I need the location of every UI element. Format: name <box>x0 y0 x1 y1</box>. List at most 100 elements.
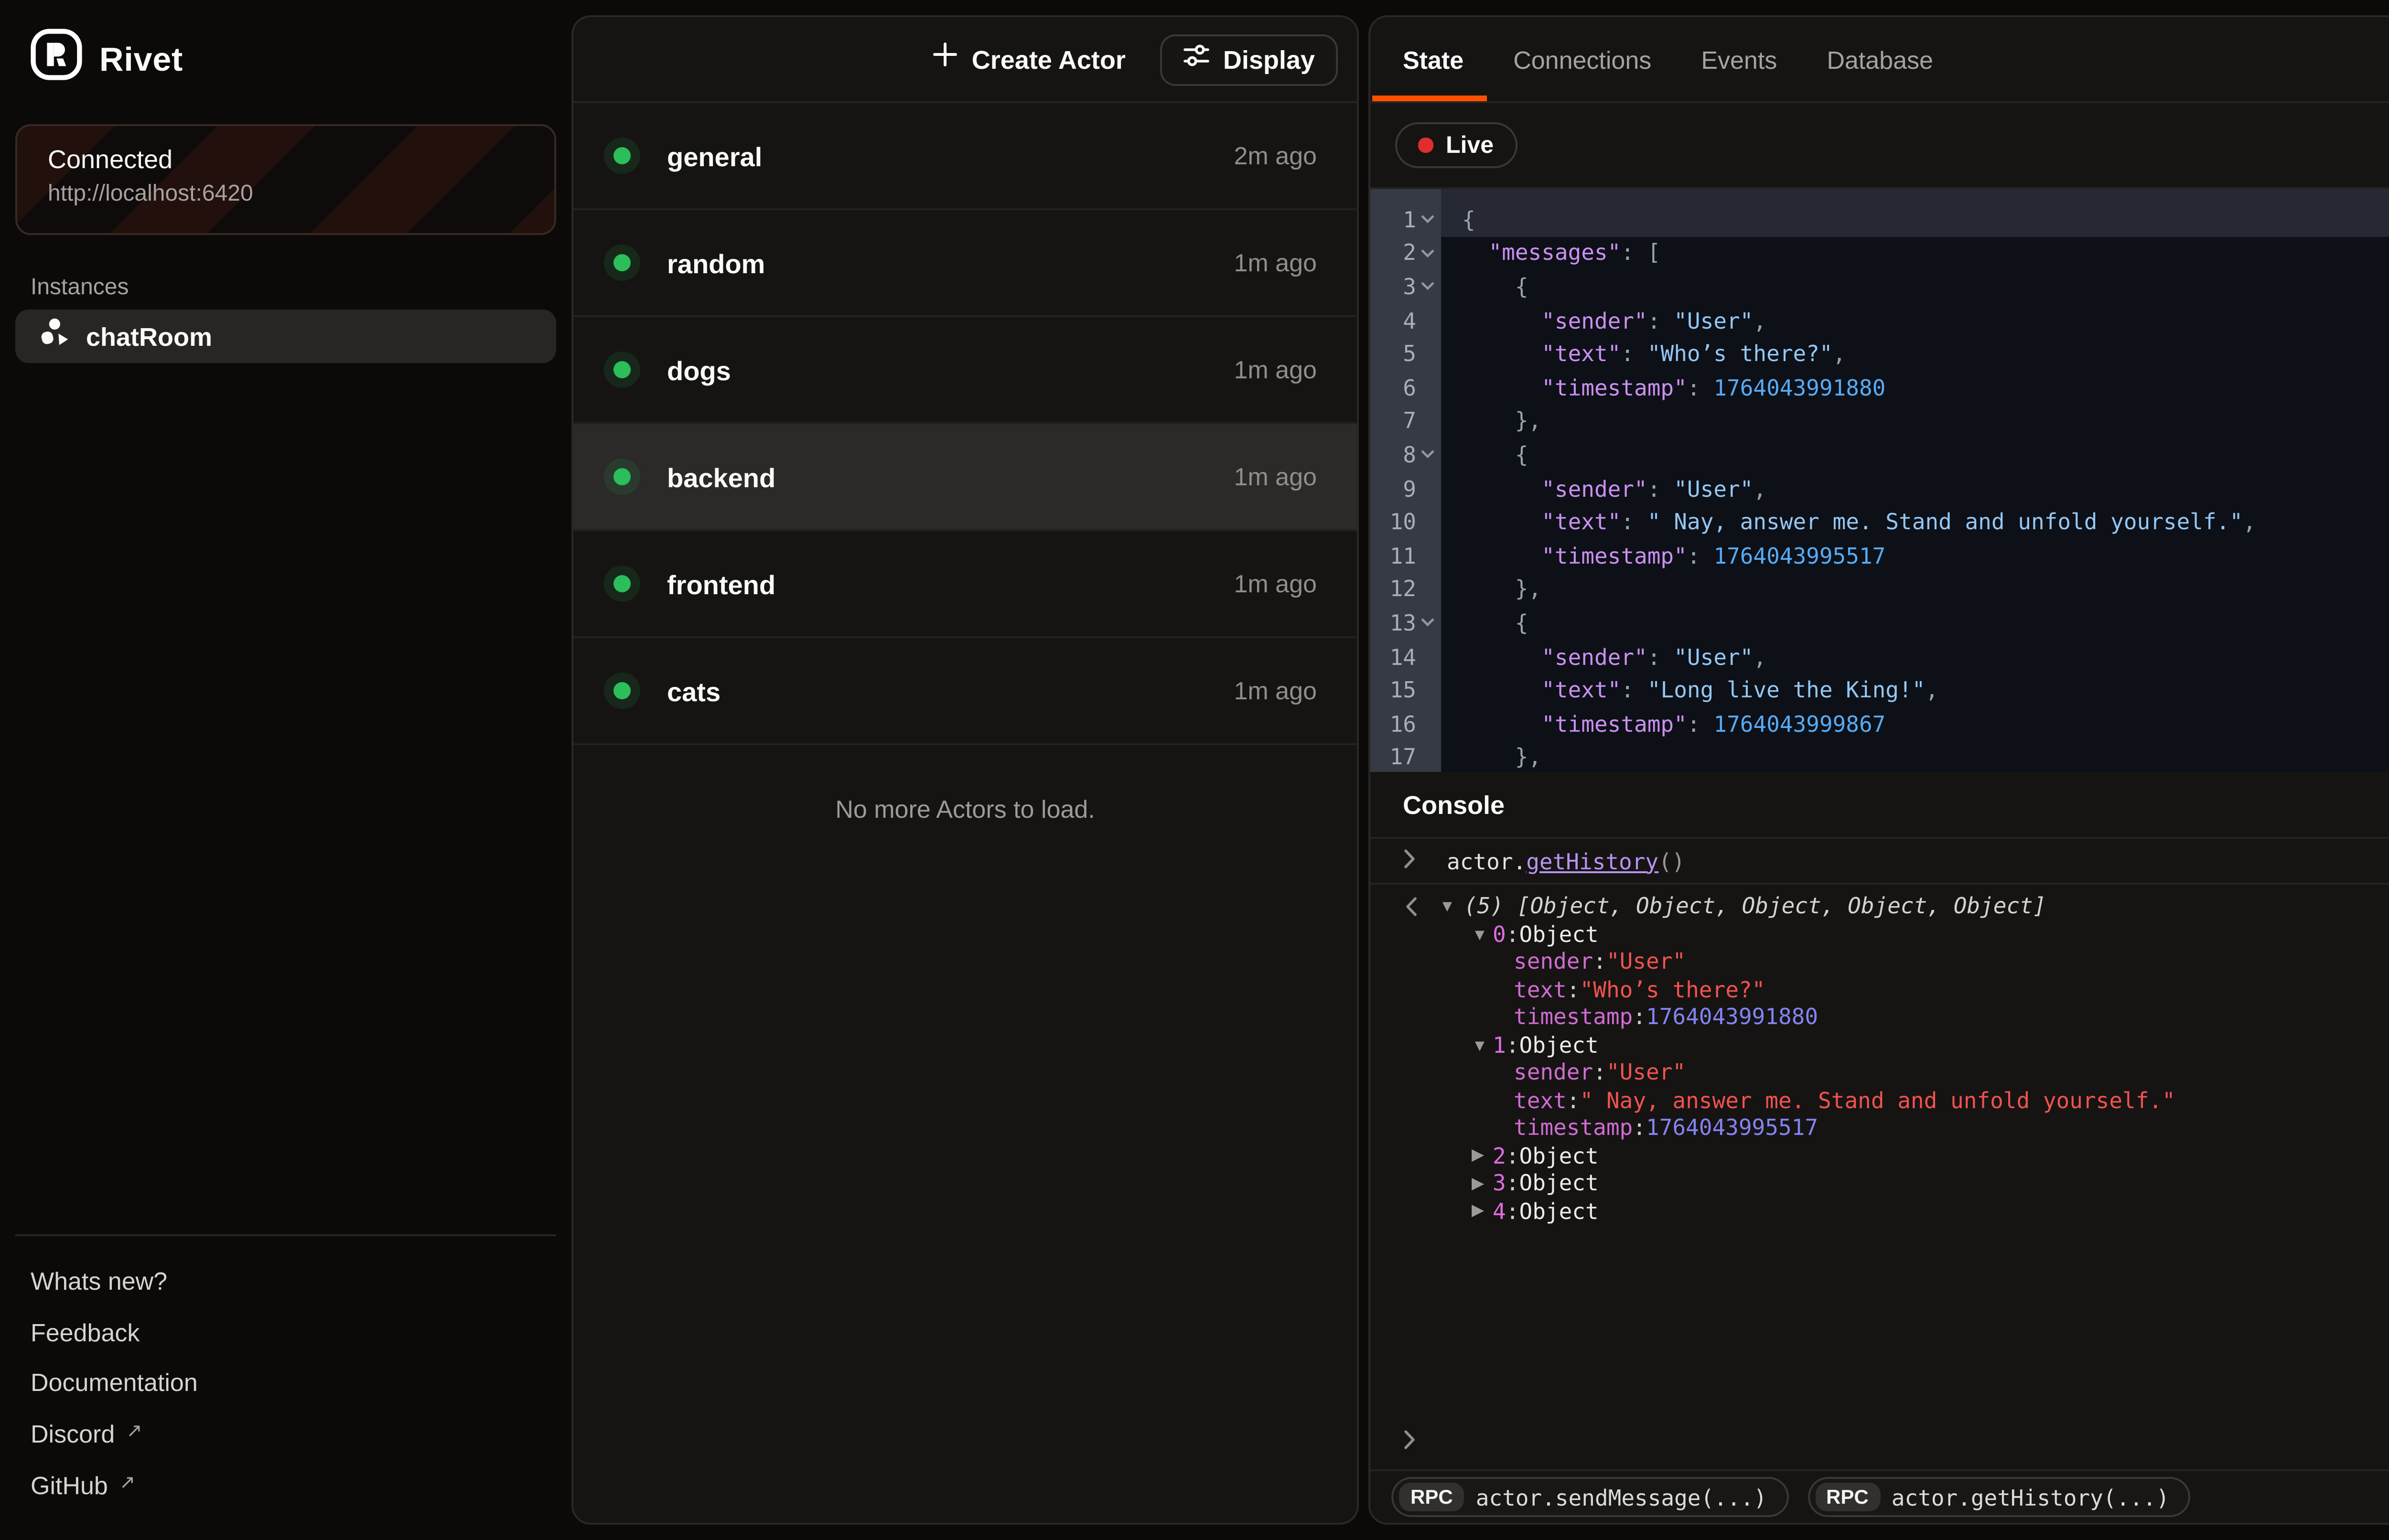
sidebar: Rivet Connected http://localhost:6420 In… <box>0 0 573 1540</box>
console-tree-row[interactable]: text: "Who’s there?" <box>1370 975 2389 1003</box>
actor-row-general[interactable]: general 2m ago <box>573 103 1357 210</box>
actor-last-active: 1m ago <box>1234 676 1317 705</box>
create-actor-button[interactable]: Create Actor <box>934 42 1126 76</box>
fold-chevron-icon[interactable] <box>1420 279 1435 294</box>
console-title: Console <box>1403 790 1505 819</box>
editor-line-9: 9 "sender": "User", <box>1370 471 2389 505</box>
connection-url: http://localhost:6420 <box>48 180 524 206</box>
actor-status-dot-icon <box>613 468 631 485</box>
console-tree-row[interactable]: timestamp: 1764043995517 <box>1370 1114 2389 1142</box>
expand-triangle-icon[interactable]: ▶ <box>1472 1200 1493 1221</box>
actor-row-random[interactable]: random 1m ago <box>573 210 1357 317</box>
actor-status-dot-icon <box>613 254 631 271</box>
actor-name: backend <box>667 461 775 492</box>
collapse-triangle-icon[interactable]: ▼ <box>1472 924 1493 943</box>
editor-line-3: 3 { <box>1370 270 2389 303</box>
rpc-method-name: actor.getHistory(...) <box>1892 1484 2170 1510</box>
connection-status-card: Connected http://localhost:6420 <box>15 124 556 235</box>
sidebar-link-github[interactable]: GitHub↗ <box>0 1459 573 1510</box>
actor-name: random <box>667 247 765 278</box>
active-tab-indicator <box>1372 95 1487 101</box>
rpc-chip-actor-sendmessage[interactable]: RPC actor.sendMessage(...) <box>1391 1477 1788 1517</box>
fold-chevron-icon[interactable] <box>1420 447 1435 462</box>
end-of-list-message: No more Actors to load. <box>573 795 1357 823</box>
live-dot-icon <box>1418 138 1432 152</box>
tab-database[interactable]: Database <box>1827 17 1933 101</box>
brand-name: Rivet <box>99 39 183 79</box>
console-tree-row[interactable]: ▶3: Object <box>1370 1169 2389 1197</box>
console-header: Console <box>1370 772 2389 839</box>
sidebar-footer: Whats new?FeedbackDocumentationDiscord↗G… <box>0 1234 573 1510</box>
actor-row-dogs[interactable]: dogs 1m ago <box>573 317 1357 424</box>
actor-name: dogs <box>667 354 731 385</box>
console-tree-row[interactable]: ▼0: Object <box>1370 920 2389 948</box>
actor-status-dot-icon <box>613 682 631 699</box>
tab-connections[interactable]: Connections <box>1513 17 1651 101</box>
rpc-chip-actor-gethistory[interactable]: RPC actor.getHistory(...) <box>1807 1477 2190 1517</box>
instances-label: Instances <box>31 273 129 300</box>
actor-group-icon <box>40 317 69 355</box>
tab-state[interactable]: State <box>1403 17 1464 101</box>
editor-line-13: 13 { <box>1370 606 2389 640</box>
instance-name: chatRoom <box>86 322 212 351</box>
rpc-badge: RPC <box>1399 1483 1464 1511</box>
expand-triangle-icon[interactable]: ▶ <box>1472 1173 1493 1194</box>
fold-chevron-icon[interactable] <box>1420 246 1435 261</box>
editor-line-12: 12 }, <box>1370 572 2389 606</box>
state-json-editor[interactable]: 1{2 "messages": [3 {4 "sender": "User",5… <box>1370 189 2389 772</box>
editor-line-5: 5 "text": "Who’s there?", <box>1370 337 2389 371</box>
console-executed-input[interactable]: actor.getHistory() <box>1370 839 2389 885</box>
actor-last-active: 1m ago <box>1234 248 1317 277</box>
console-result-summary[interactable]: ▼ (5) [Object, Object, Object, Object, O… <box>1370 892 2389 920</box>
editor-line-14: 14 "sender": "User", <box>1370 640 2389 673</box>
brand: Rivet <box>31 29 183 90</box>
fold-chevron-icon[interactable] <box>1420 212 1435 227</box>
actor-row-backend[interactable]: backend 1m ago <box>573 424 1357 531</box>
editor-line-15: 15 "text": "Long live the King!", <box>1370 673 2389 706</box>
connection-status: Connected <box>48 145 524 174</box>
sidebar-link-documentation[interactable]: Documentation <box>0 1358 573 1409</box>
rpc-method-name: actor.sendMessage(...) <box>1476 1484 1767 1510</box>
sidebar-link-feedback[interactable]: Feedback <box>0 1306 573 1358</box>
expand-triangle-icon[interactable]: ▶ <box>1472 1145 1493 1166</box>
actor-row-cats[interactable]: cats 1m ago <box>573 638 1357 745</box>
console-tree-row[interactable]: timestamp: 1764043991880 <box>1370 1003 2389 1031</box>
actor-last-active: 2m ago <box>1234 141 1317 170</box>
console-tree-row[interactable]: sender: "User" <box>1370 948 2389 975</box>
editor-line-17: 17 }, <box>1370 740 2389 772</box>
sidebar-link-whats-new-[interactable]: Whats new? <box>0 1255 573 1306</box>
divider <box>15 1234 556 1236</box>
editor-line-10: 10 "text": " Nay, answer me. Stand and u… <box>1370 505 2389 538</box>
rivet-logo-icon <box>31 29 82 90</box>
editor-line-2: 2 "messages": [ <box>1370 236 2389 269</box>
console-tree-row[interactable]: text: " Nay, answer me. Stand and unfold… <box>1370 1086 2389 1114</box>
collapse-triangle-icon[interactable]: ▼ <box>1472 1035 1493 1054</box>
actor-row-frontend[interactable]: frontend1m ago <box>573 531 1357 638</box>
actor-name: general <box>667 140 762 171</box>
console-command: actor.getHistory() <box>1447 847 1685 874</box>
editor-line-7: 7 }, <box>1370 404 2389 438</box>
console-input-prompt[interactable] <box>1403 1429 1416 1450</box>
actors-panel: Create Actor Display general 2m ago random… <box>571 15 1359 1525</box>
tab-events[interactable]: Events <box>1701 17 1777 101</box>
editor-line-1: 1{ <box>1370 203 2389 236</box>
fold-chevron-icon[interactable] <box>1420 615 1435 631</box>
console-tree-row[interactable]: ▶4: Object <box>1370 1197 2389 1225</box>
console-tree-row[interactable]: ▼1: Object <box>1370 1031 2389 1059</box>
console-tree-row[interactable]: sender: "User" <box>1370 1059 2389 1086</box>
console-tree-row[interactable]: ▶2: Object <box>1370 1142 2389 1169</box>
editor-line-4: 4 "sender": "User", <box>1370 303 2389 337</box>
actor-name: cats <box>667 675 721 706</box>
actor-last-active: 1m ago <box>1234 462 1317 491</box>
app: Rivet Connected http://localhost:6420 In… <box>0 0 2389 1540</box>
display-button[interactable]: Display <box>1160 33 1338 85</box>
live-badge[interactable]: Live <box>1395 122 1517 168</box>
actor-last-active: 1m ago <box>1234 569 1317 598</box>
sidebar-item-chatroom[interactable]: chatRoom <box>15 310 556 363</box>
sliders-icon <box>1183 41 1210 77</box>
sidebar-link-discord[interactable]: Discord↗ <box>0 1408 573 1459</box>
actor-last-active: 1m ago <box>1234 355 1317 384</box>
expand-triangle-icon[interactable]: ▼ <box>1439 897 1460 916</box>
return-chevron-icon <box>1405 896 1418 917</box>
rpc-badge: RPC <box>1815 1483 1880 1511</box>
